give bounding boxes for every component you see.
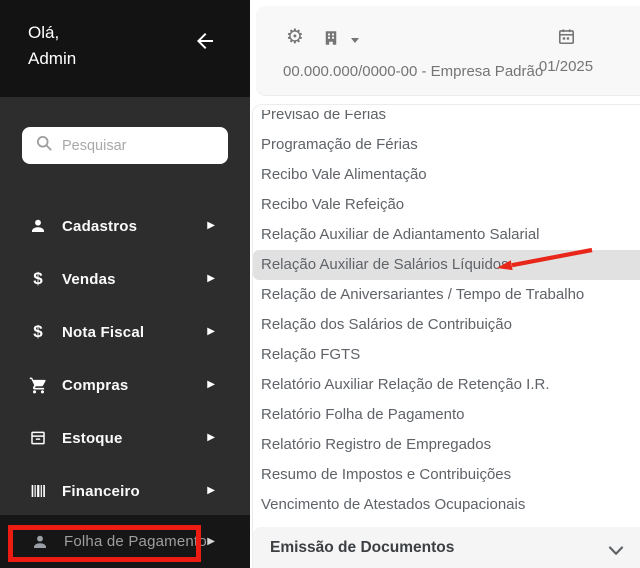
barcode-icon — [28, 481, 48, 501]
menu-item-relatorio-aux-retencao-ir[interactable]: Relatório Auxiliar Relação de Retenção I… — [253, 370, 640, 400]
app-window: Olá, Admin Cadastros ▶ $ Vendas ▶ — [0, 0, 640, 568]
cart-icon — [28, 375, 48, 395]
sidebar: Olá, Admin Cadastros ▶ $ Vendas ▶ — [0, 0, 250, 568]
menu-item-relacao-fgts[interactable]: Relação FGTS — [253, 340, 640, 370]
menu-item-resumo-impostos[interactable]: Resumo de Impostos e Contribuições — [253, 460, 640, 490]
collapse-sidebar-arrow-icon[interactable] — [193, 29, 217, 53]
company-selector[interactable]: 00.000.000/0000-00 - Empresa Padrão — [283, 63, 543, 80]
period-value: 01/2025 — [538, 58, 594, 75]
report-list: Previsão de Férias Programação de Férias… — [253, 110, 640, 520]
sidebar-item-estoque[interactable]: Estoque ▶ — [0, 425, 250, 451]
sidebar-item-label: Nota Fiscal — [62, 323, 145, 341]
sidebar-header: Olá, Admin — [0, 0, 250, 97]
greeting-line1: Olá, — [28, 23, 60, 42]
top-bar: ⚙ 00.000.000/0000-00 - Empresa Padrão 01… — [256, 6, 640, 95]
chevron-right-icon: ▶ — [207, 432, 215, 443]
user-greeting: Olá, Admin — [28, 20, 76, 72]
building-icon[interactable] — [322, 29, 340, 47]
menu-item-programacao-ferias[interactable]: Programação de Férias — [253, 130, 640, 160]
report-menu-panel: Previsão de Férias Programação de Férias… — [252, 104, 640, 568]
sidebar-item-label: Cadastros — [62, 217, 138, 235]
search-input[interactable] — [62, 137, 212, 154]
main-content: ⚙ 00.000.000/0000-00 - Empresa Padrão 01… — [250, 0, 640, 568]
greeting-line2: Admin — [28, 49, 77, 68]
sidebar-item-cadastros[interactable]: Cadastros ▶ — [0, 213, 250, 239]
sidebar-item-label: Folha de Pagamento — [64, 533, 207, 550]
person-icon — [28, 216, 48, 236]
menu-item-relacao-aniversariantes[interactable]: Relação de Aniversariantes / Tempo de Tr… — [253, 280, 640, 310]
sidebar-item-folha-de-pagamento[interactable]: Folha de Pagamento ▶ — [0, 515, 250, 568]
sidebar-footer: Folha de Pagamento ▶ — [0, 515, 250, 568]
dollar-icon: $ — [33, 269, 43, 288]
menu-item-relatorio-folha-pagamento[interactable]: Relatório Folha de Pagamento — [253, 400, 640, 430]
sidebar-item-label: Compras — [62, 376, 129, 394]
menu-item-relatorio-registro-empregados[interactable]: Relatório Registro de Empregados — [253, 430, 640, 460]
gear-icon[interactable]: ⚙ — [286, 27, 304, 47]
chevron-right-icon: ▶ — [207, 485, 215, 496]
menu-item-relacao-aux-adiantamento[interactable]: Relação Auxiliar de Adiantamento Salaria… — [253, 220, 640, 250]
menu-item-recibo-vale-refeicao[interactable]: Recibo Vale Refeição — [253, 190, 640, 220]
chevron-right-icon: ▶ — [207, 535, 215, 547]
calendar-icon — [557, 27, 576, 46]
section-title: Emissão de Documentos — [270, 538, 455, 556]
sidebar-item-financeiro[interactable]: Financeiro ▶ — [0, 478, 250, 504]
search-box[interactable] — [22, 127, 228, 164]
chevron-right-icon: ▶ — [207, 273, 215, 284]
chevron-right-icon: ▶ — [207, 379, 215, 390]
dollar-icon: $ — [33, 322, 43, 341]
chevron-down-icon — [608, 543, 624, 555]
search-icon — [35, 134, 53, 157]
menu-item-recibo-vale-alimentacao[interactable]: Recibo Vale Alimentação — [253, 160, 640, 190]
menu-item-relacao-salarios-contribuicao[interactable]: Relação dos Salários de Contribuição — [253, 310, 640, 340]
menu-item-previsao-ferias[interactable]: Previsão de Férias — [253, 110, 640, 130]
box-icon — [28, 428, 48, 448]
report-list-clip: Previsão de Férias Programação de Férias… — [253, 110, 640, 522]
sidebar-item-label: Financeiro — [62, 482, 140, 500]
chevron-right-icon: ▶ — [207, 326, 215, 337]
person-icon — [30, 532, 50, 552]
section-emissao-de-documentos[interactable]: Emissão de Documentos — [253, 527, 640, 568]
sidebar-item-label: Estoque — [62, 429, 123, 447]
period-selector[interactable]: 01/2025 — [526, 27, 606, 75]
menu-item-relacao-aux-salarios-liquidos[interactable]: Relação Auxiliar de Salários Líquidos — [253, 250, 640, 280]
sidebar-item-vendas[interactable]: $ Vendas ▶ — [0, 266, 250, 292]
menu-item-vencimento-atestados[interactable]: Vencimento de Atestados Ocupacionais — [253, 490, 640, 520]
sidebar-item-nota-fiscal[interactable]: $ Nota Fiscal ▶ — [0, 319, 250, 345]
chevron-right-icon: ▶ — [207, 220, 215, 231]
sidebar-item-label: Vendas — [62, 270, 116, 288]
caret-down-icon[interactable] — [351, 38, 359, 43]
sidebar-item-compras[interactable]: Compras ▶ — [0, 372, 250, 398]
